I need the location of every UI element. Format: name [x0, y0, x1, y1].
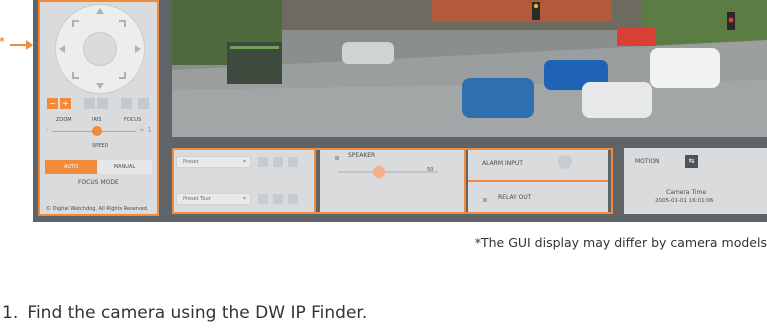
road-barrier [617, 28, 655, 46]
car-white-3 [650, 48, 720, 88]
traffic-light-amber [533, 3, 539, 9]
step-number: 1. [2, 303, 19, 323]
motion-indicator-icon: ⇆ [685, 155, 698, 168]
io-divider [468, 180, 608, 182]
gui-disclaimer-note: *The GUI display may differ by camera mo… [474, 235, 767, 250]
bus-shelter-roof [230, 46, 279, 49]
ptz-highlight [38, 0, 159, 216]
brick-building [432, 0, 612, 22]
car-white [342, 42, 394, 64]
step-text: Find the camera using the DW IP Finder. [27, 303, 368, 323]
motion-label: MOTION [635, 158, 660, 165]
panel-divider [464, 150, 466, 212]
car-blue [462, 78, 534, 118]
camera-time-value: 2005-01-01 16:01:06 [655, 198, 714, 204]
camera-time-label: Camera Time [666, 189, 707, 196]
instruction-step: 1. Find the camera using the DW IP Finde… [0, 303, 367, 323]
car-white-2 [582, 82, 652, 118]
callout-arrow-icon [26, 40, 33, 50]
traffic-light-red [728, 17, 734, 23]
panel-divider [314, 150, 316, 212]
live-camera-view[interactable] [172, 0, 767, 137]
callout-asterisk: * [0, 35, 5, 48]
